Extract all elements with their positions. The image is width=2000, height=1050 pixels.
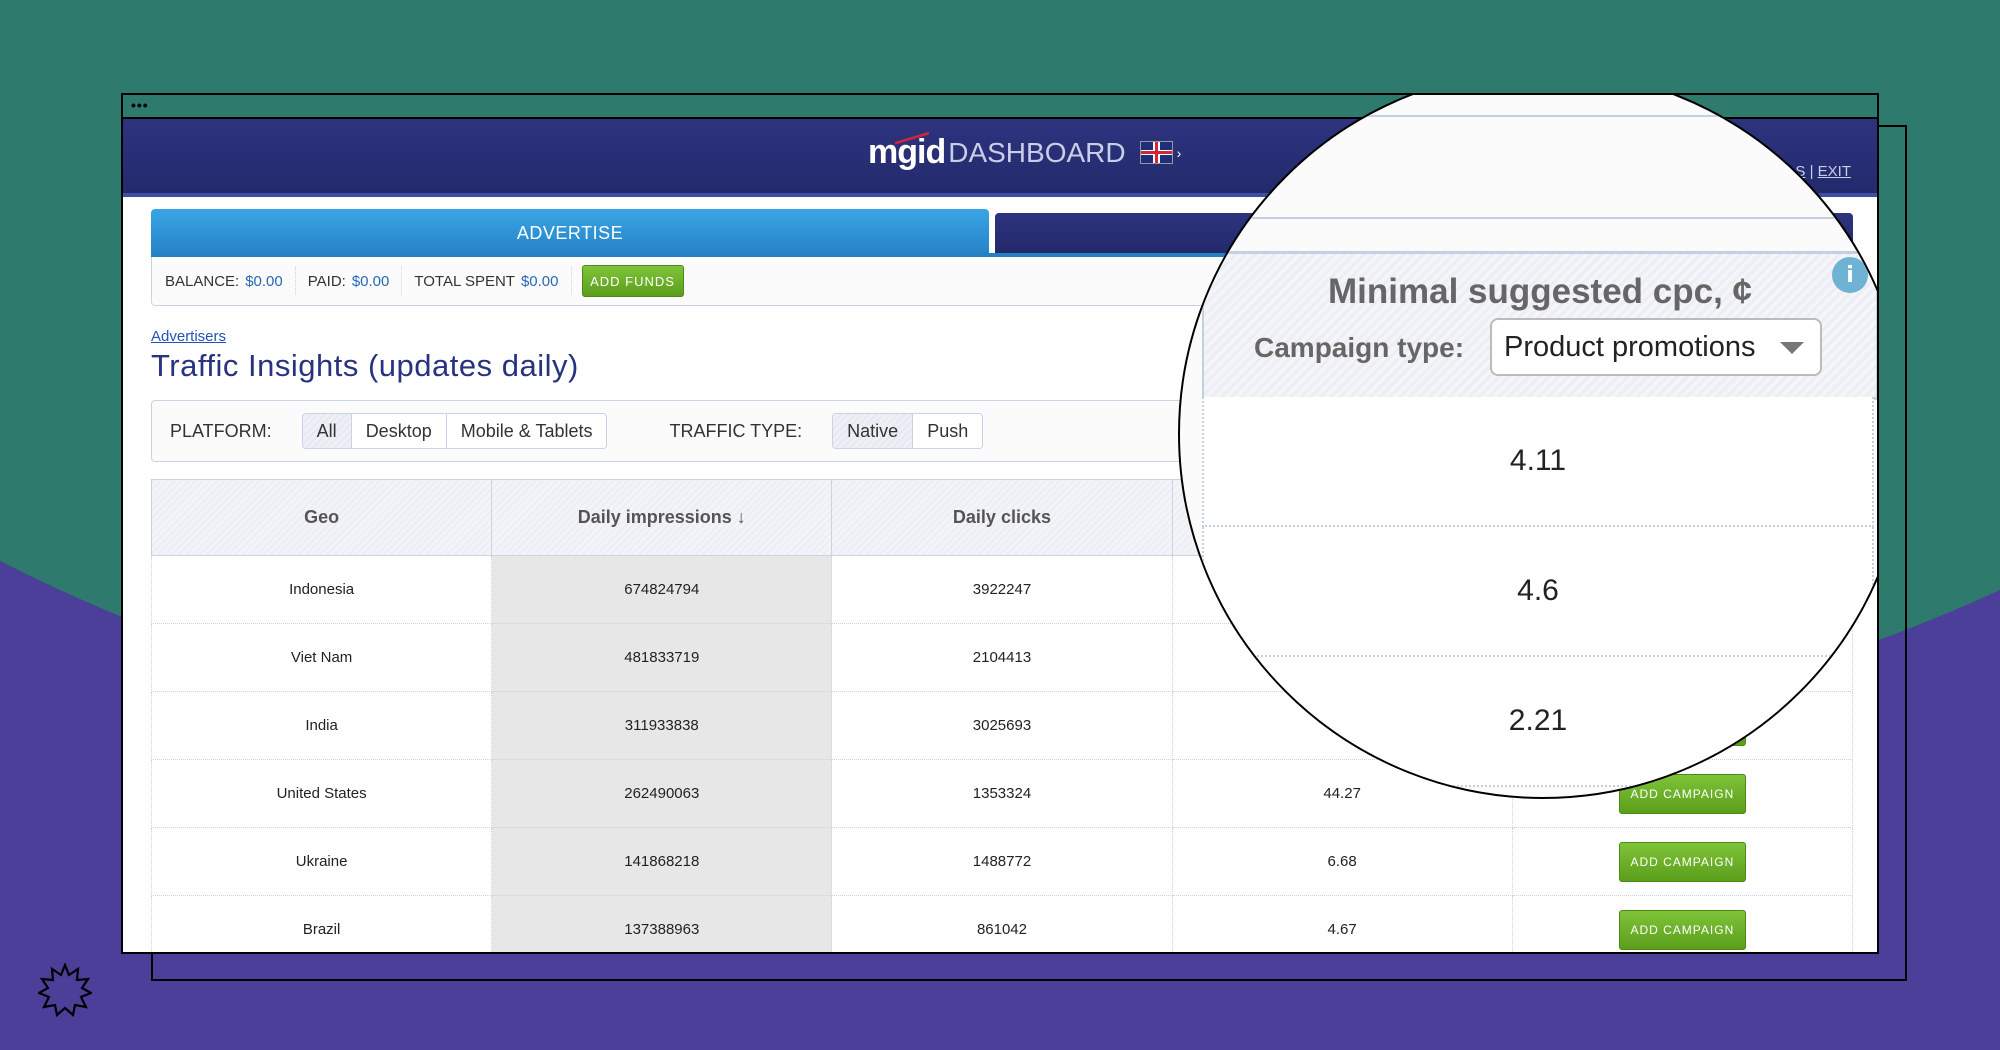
column-header-daily-clicks[interactable]: Daily clicks <box>831 479 1173 556</box>
magnifier-lens: Minimal suggested cpc, ¢ Campaign type: … <box>1178 95 1877 799</box>
uk-flag-icon[interactable] <box>1139 141 1173 164</box>
impressions-cell: 674824794 <box>491 555 833 624</box>
platform-option-mobile[interactable]: Mobile & Tablets <box>446 414 607 448</box>
geo-cell: Ukraine <box>150 827 493 896</box>
paid-value: $0.00 <box>351 272 390 290</box>
impressions-cell: 137388963 <box>491 895 833 952</box>
geo-cell: United States <box>150 759 493 828</box>
campaign-type-value: Product promotions <box>1504 330 1756 363</box>
impressions-cell: 141868218 <box>491 827 833 896</box>
traffic-type-segmented-control: Native Push <box>832 413 984 449</box>
add-funds-button[interactable]: ADD FUNDS <box>581 265 684 297</box>
magnifier-content: Minimal suggested cpc, ¢ Campaign type: … <box>1180 95 1877 797</box>
campaign-type-label: Campaign type: <box>1254 332 1465 363</box>
total-spent-label: TOTAL SPENT <box>414 272 515 290</box>
geo-cell: Brazil <box>150 895 493 952</box>
magnified-divider <box>1180 217 1877 219</box>
balance-label: BALANCE: <box>165 272 240 290</box>
campaign-type-select[interactable]: Product promotions <box>1490 318 1822 376</box>
total-spent-item: TOTAL SPENT $0.00 <box>402 267 572 295</box>
action-cell: ADD CAMPAIGN <box>1511 895 1854 952</box>
magnified-column-header: Minimal suggested cpc, ¢ Campaign type: … <box>1202 251 1877 400</box>
traffic-type-option-push[interactable]: Push <box>913 414 983 448</box>
cpc-cell: 6.68 <box>1171 827 1513 896</box>
balance-value: $0.00 <box>245 272 283 290</box>
starburst-icon <box>38 963 92 1017</box>
page-title: Traffic Insights (updates daily) <box>151 348 579 383</box>
magnified-cpc-cell: 4.11 <box>1202 397 1874 527</box>
mgid-logo[interactable]: mgid DASHBOARD › <box>868 122 1181 172</box>
platform-segmented-control: All Desktop Mobile & Tablets <box>301 413 608 449</box>
column-header-geo[interactable]: Geo <box>150 479 493 556</box>
table-row: Brazil 137388963 861042 4.67 ADD CAMPAIGN <box>150 895 1854 952</box>
info-icon[interactable]: i <box>1832 257 1868 293</box>
breadcrumb-advertisers[interactable]: Advertisers <box>151 328 226 345</box>
platform-label: PLATFORM: <box>170 420 272 441</box>
clicks-cell: 2104413 <box>831 623 1173 692</box>
clicks-cell: 3025693 <box>831 691 1173 760</box>
traffic-type-label: TRAFFIC TYPE: <box>669 420 803 441</box>
impressions-cell: 262490063 <box>491 759 833 828</box>
logo-product: DASHBOARD <box>948 136 1126 168</box>
platform-option-all[interactable]: All <box>302 414 352 448</box>
magnified-cpc-cell: 2.21 <box>1202 657 1874 787</box>
browser-window: ••• mgid DASHBOARD › S | EXIT ADVERTISE … <box>121 93 1879 954</box>
geo-cell: Indonesia <box>150 555 493 624</box>
window-menu-dots-icon[interactable]: ••• <box>131 98 149 112</box>
paid-label: PAID: <box>307 272 346 290</box>
clicks-cell: 1353324 <box>831 759 1173 828</box>
cpc-column-title: Minimal suggested cpc, ¢ <box>1328 272 1752 311</box>
geo-cell: Viet Nam <box>150 623 493 692</box>
column-header-daily-impressions[interactable]: Daily impressions ↓ <box>491 479 833 556</box>
total-spent-value: $0.00 <box>520 272 559 290</box>
clicks-cell: 3922247 <box>831 555 1173 624</box>
impressions-cell: 311933838 <box>491 691 833 760</box>
platform-option-desktop[interactable]: Desktop <box>351 414 447 448</box>
balance-item: BALANCE: $0.00 <box>152 267 296 295</box>
impressions-cell: 481833719 <box>491 623 833 692</box>
clicks-cell: 1488772 <box>831 827 1173 896</box>
magnified-cpc-cell: 4.6 <box>1202 527 1874 657</box>
paid-item: PAID: $0.00 <box>296 267 403 295</box>
add-campaign-button[interactable]: ADD CAMPAIGN <box>1618 909 1746 950</box>
tab-advertise[interactable]: ADVERTISE <box>151 209 989 257</box>
add-campaign-button[interactable]: ADD CAMPAIGN <box>1618 841 1746 882</box>
magnified-divider <box>1180 115 1877 117</box>
logo-brand: mgid <box>868 122 946 172</box>
table-row: Ukraine 141868218 1488772 6.68 ADD CAMPAIGN <box>150 827 1854 896</box>
chevron-down-icon <box>1780 342 1804 354</box>
cpc-cell: 4.67 <box>1171 895 1513 952</box>
traffic-type-option-native[interactable]: Native <box>833 414 914 448</box>
clicks-cell: 861042 <box>831 895 1173 952</box>
geo-cell: India <box>150 691 493 760</box>
action-cell: ADD CAMPAIGN <box>1511 827 1854 896</box>
